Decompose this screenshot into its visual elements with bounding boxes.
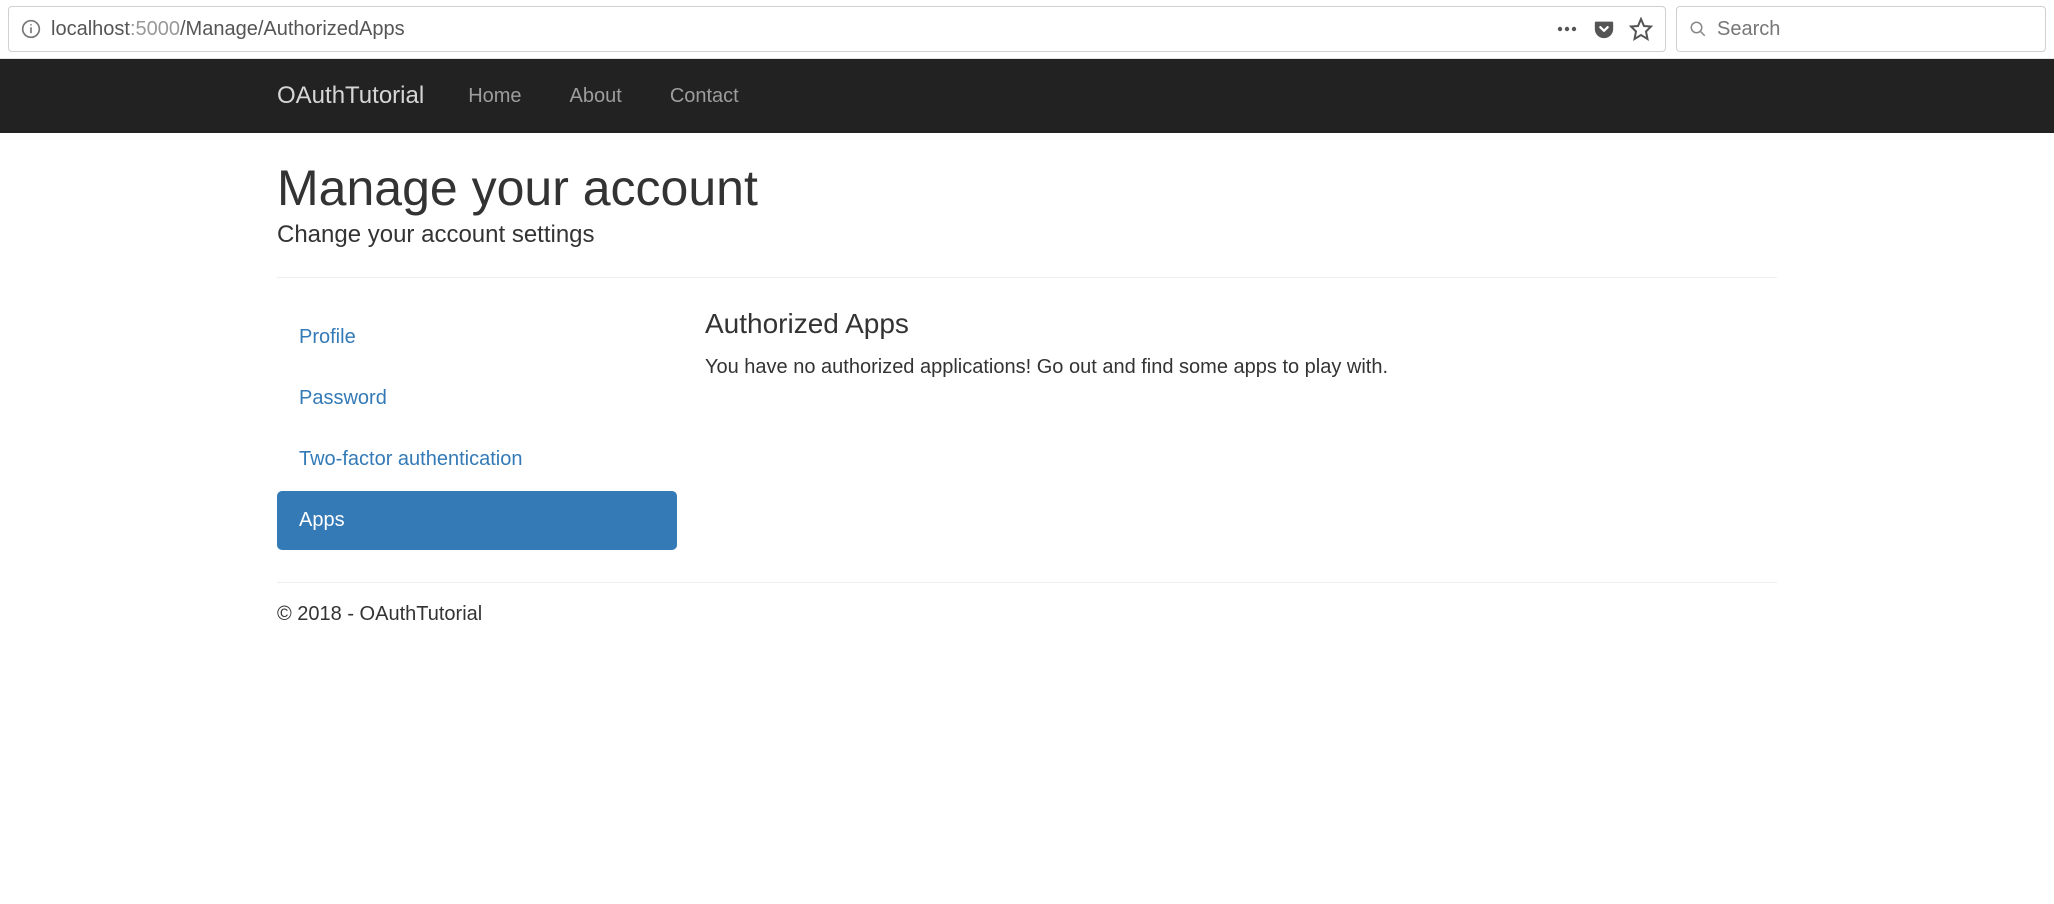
url-path: /Manage/AuthorizedApps — [180, 18, 405, 40]
footer-text: © 2018 - OAuthTutorial — [277, 603, 1777, 626]
settings-sidebar: Profile Password Two-factor authenticati… — [277, 308, 677, 552]
sidebar-item-label: Two-factor authentication — [299, 448, 522, 470]
empty-state-message: You have no authorized applications! Go … — [705, 356, 1777, 379]
search-icon — [1689, 20, 1707, 38]
info-icon[interactable] — [21, 19, 41, 39]
divider — [277, 277, 1777, 278]
footer-divider — [277, 582, 1777, 583]
sidebar-item-profile[interactable]: Profile — [277, 308, 677, 367]
sidebar-item-label: Apps — [299, 509, 345, 531]
pocket-icon[interactable] — [1593, 18, 1615, 40]
more-icon[interactable] — [1555, 17, 1579, 41]
search-placeholder: Search — [1717, 18, 1780, 41]
browser-search-input[interactable]: Search — [1676, 6, 2046, 52]
section-heading: Authorized Apps — [705, 308, 1777, 340]
nav-link-home[interactable]: Home — [444, 65, 545, 128]
sidebar-item-two-factor[interactable]: Two-factor authentication — [277, 430, 677, 489]
sidebar-item-label: Profile — [299, 326, 356, 348]
url-text: localhost:5000/Manage/AuthorizedApps — [51, 18, 405, 41]
page-title: Manage your account — [277, 159, 1777, 217]
page-container: Manage your account Change your account … — [257, 133, 1797, 646]
sidebar-item-label: Password — [299, 387, 387, 409]
url-port: :5000 — [130, 18, 180, 40]
sidebar-item-apps[interactable]: Apps — [277, 491, 677, 550]
main-content: Authorized Apps You have no authorized a… — [705, 308, 1777, 552]
nav-link-about[interactable]: About — [546, 65, 646, 128]
url-host: localhost — [51, 18, 130, 40]
sidebar-item-password[interactable]: Password — [277, 369, 677, 428]
browser-chrome: localhost:5000/Manage/AuthorizedApps — [0, 0, 2054, 59]
nav-link-contact[interactable]: Contact — [646, 65, 763, 128]
page-subtitle: Change your account settings — [277, 221, 1777, 249]
main-navbar: OAuthTutorial Home About Contact — [0, 59, 2054, 133]
star-icon[interactable] — [1629, 17, 1653, 41]
brand-link[interactable]: OAuthTutorial — [277, 62, 444, 130]
url-bar[interactable]: localhost:5000/Manage/AuthorizedApps — [8, 6, 1666, 52]
